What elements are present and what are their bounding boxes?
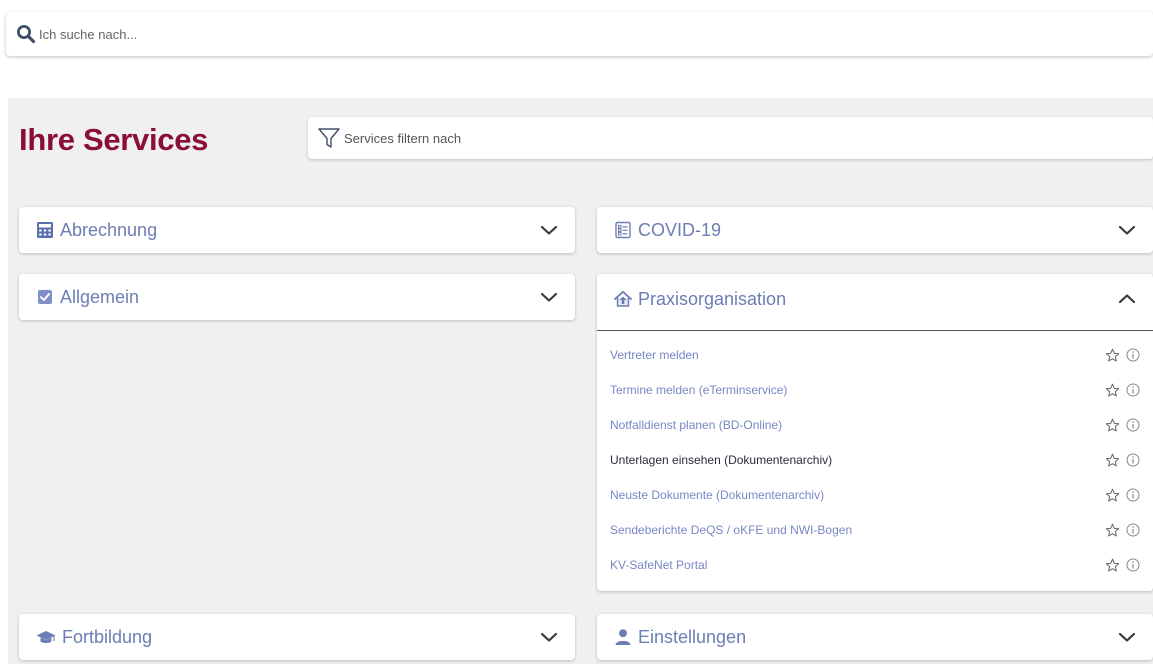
services-filter-bar[interactable] xyxy=(308,117,1153,159)
star-icon[interactable] xyxy=(1105,488,1120,503)
chevron-down-icon xyxy=(539,287,559,307)
card-abrechnung: Abrechnung xyxy=(19,207,575,253)
star-icon[interactable] xyxy=(1105,453,1120,468)
service-link[interactable]: Notfalldienst planen (BD-Online) xyxy=(610,418,782,432)
list-item: Unterlagen einsehen (Dokumentenarchiv) xyxy=(597,442,1153,477)
search-icon xyxy=(17,25,36,44)
global-search-input[interactable] xyxy=(39,26,639,42)
card-praxisorganisation: Praxisorganisation Vertreter melden Term… xyxy=(597,274,1153,591)
card-fortbildung-header[interactable]: Fortbildung xyxy=(19,614,575,660)
service-link[interactable]: KV-SafeNet Portal xyxy=(610,558,707,572)
global-search-bar[interactable] xyxy=(6,12,1153,56)
info-icon[interactable] xyxy=(1126,558,1140,572)
service-link[interactable]: Termine melden (eTerminservice) xyxy=(610,383,787,397)
card-covid: COVID-19 xyxy=(597,207,1153,253)
card-covid-label: COVID-19 xyxy=(638,219,722,240)
card-abrechnung-label: Abrechnung xyxy=(60,219,158,240)
star-icon[interactable] xyxy=(1105,383,1120,398)
info-icon[interactable] xyxy=(1126,523,1140,537)
chevron-down-icon xyxy=(1117,220,1137,240)
info-icon[interactable] xyxy=(1126,348,1140,362)
card-fortbildung-label: Fortbildung xyxy=(62,626,153,647)
list-item: Sendeberichte DeQS / oKFE und NWI-Bogen xyxy=(597,512,1153,547)
list-item: Vertreter melden xyxy=(597,337,1153,372)
services-filter-input[interactable] xyxy=(344,130,844,146)
user-icon xyxy=(614,628,632,646)
service-link[interactable]: Neuste Dokumente (Dokumentenarchiv) xyxy=(610,488,824,502)
checkbox-icon xyxy=(36,288,54,306)
info-icon[interactable] xyxy=(1126,383,1140,397)
star-icon[interactable] xyxy=(1105,348,1120,363)
card-divider xyxy=(597,330,1153,331)
card-abrechnung-header[interactable]: Abrechnung xyxy=(19,207,575,253)
chevron-down-icon xyxy=(539,220,559,240)
info-icon[interactable] xyxy=(1126,488,1140,502)
calculator-icon xyxy=(36,221,54,239)
chevron-down-icon xyxy=(539,627,559,647)
service-link[interactable]: Vertreter melden xyxy=(610,348,699,362)
card-covid-header[interactable]: COVID-19 xyxy=(597,207,1153,253)
card-einstellungen: Einstellungen xyxy=(597,614,1153,660)
service-link[interactable]: Unterlagen einsehen (Dokumentenarchiv) xyxy=(610,453,832,467)
filter-icon xyxy=(318,128,340,148)
star-icon[interactable] xyxy=(1105,418,1120,433)
page-title: Ihre Services xyxy=(19,122,209,157)
list-item: Termine melden (eTerminservice) xyxy=(597,372,1153,407)
list-item: KV-SafeNet Portal xyxy=(597,547,1153,582)
house-icon xyxy=(614,290,632,308)
star-icon[interactable] xyxy=(1105,558,1120,573)
chevron-up-icon xyxy=(1117,289,1137,309)
card-allgemein-label: Allgemein xyxy=(60,286,140,307)
chevron-down-icon xyxy=(1117,627,1137,647)
graduation-cap-icon xyxy=(36,628,56,646)
card-einstellungen-header[interactable]: Einstellungen xyxy=(597,614,1153,660)
card-allgemein: Allgemein xyxy=(19,274,575,320)
card-praxisorganisation-header[interactable]: Praxisorganisation xyxy=(597,274,1153,324)
info-icon[interactable] xyxy=(1126,453,1140,467)
list-item: Neuste Dokumente (Dokumentenarchiv) xyxy=(597,477,1153,512)
card-einstellungen-label: Einstellungen xyxy=(638,626,747,647)
checklist-icon xyxy=(614,221,632,239)
card-allgemein-header[interactable]: Allgemein xyxy=(19,274,575,320)
list-item: Notfalldienst planen (BD-Online) xyxy=(597,407,1153,442)
star-icon[interactable] xyxy=(1105,523,1120,538)
service-link[interactable]: Sendeberichte DeQS / oKFE und NWI-Bogen xyxy=(610,523,852,537)
card-fortbildung: Fortbildung xyxy=(19,614,575,660)
card-praxisorganisation-label: Praxisorganisation xyxy=(638,288,787,309)
info-icon[interactable] xyxy=(1126,418,1140,432)
